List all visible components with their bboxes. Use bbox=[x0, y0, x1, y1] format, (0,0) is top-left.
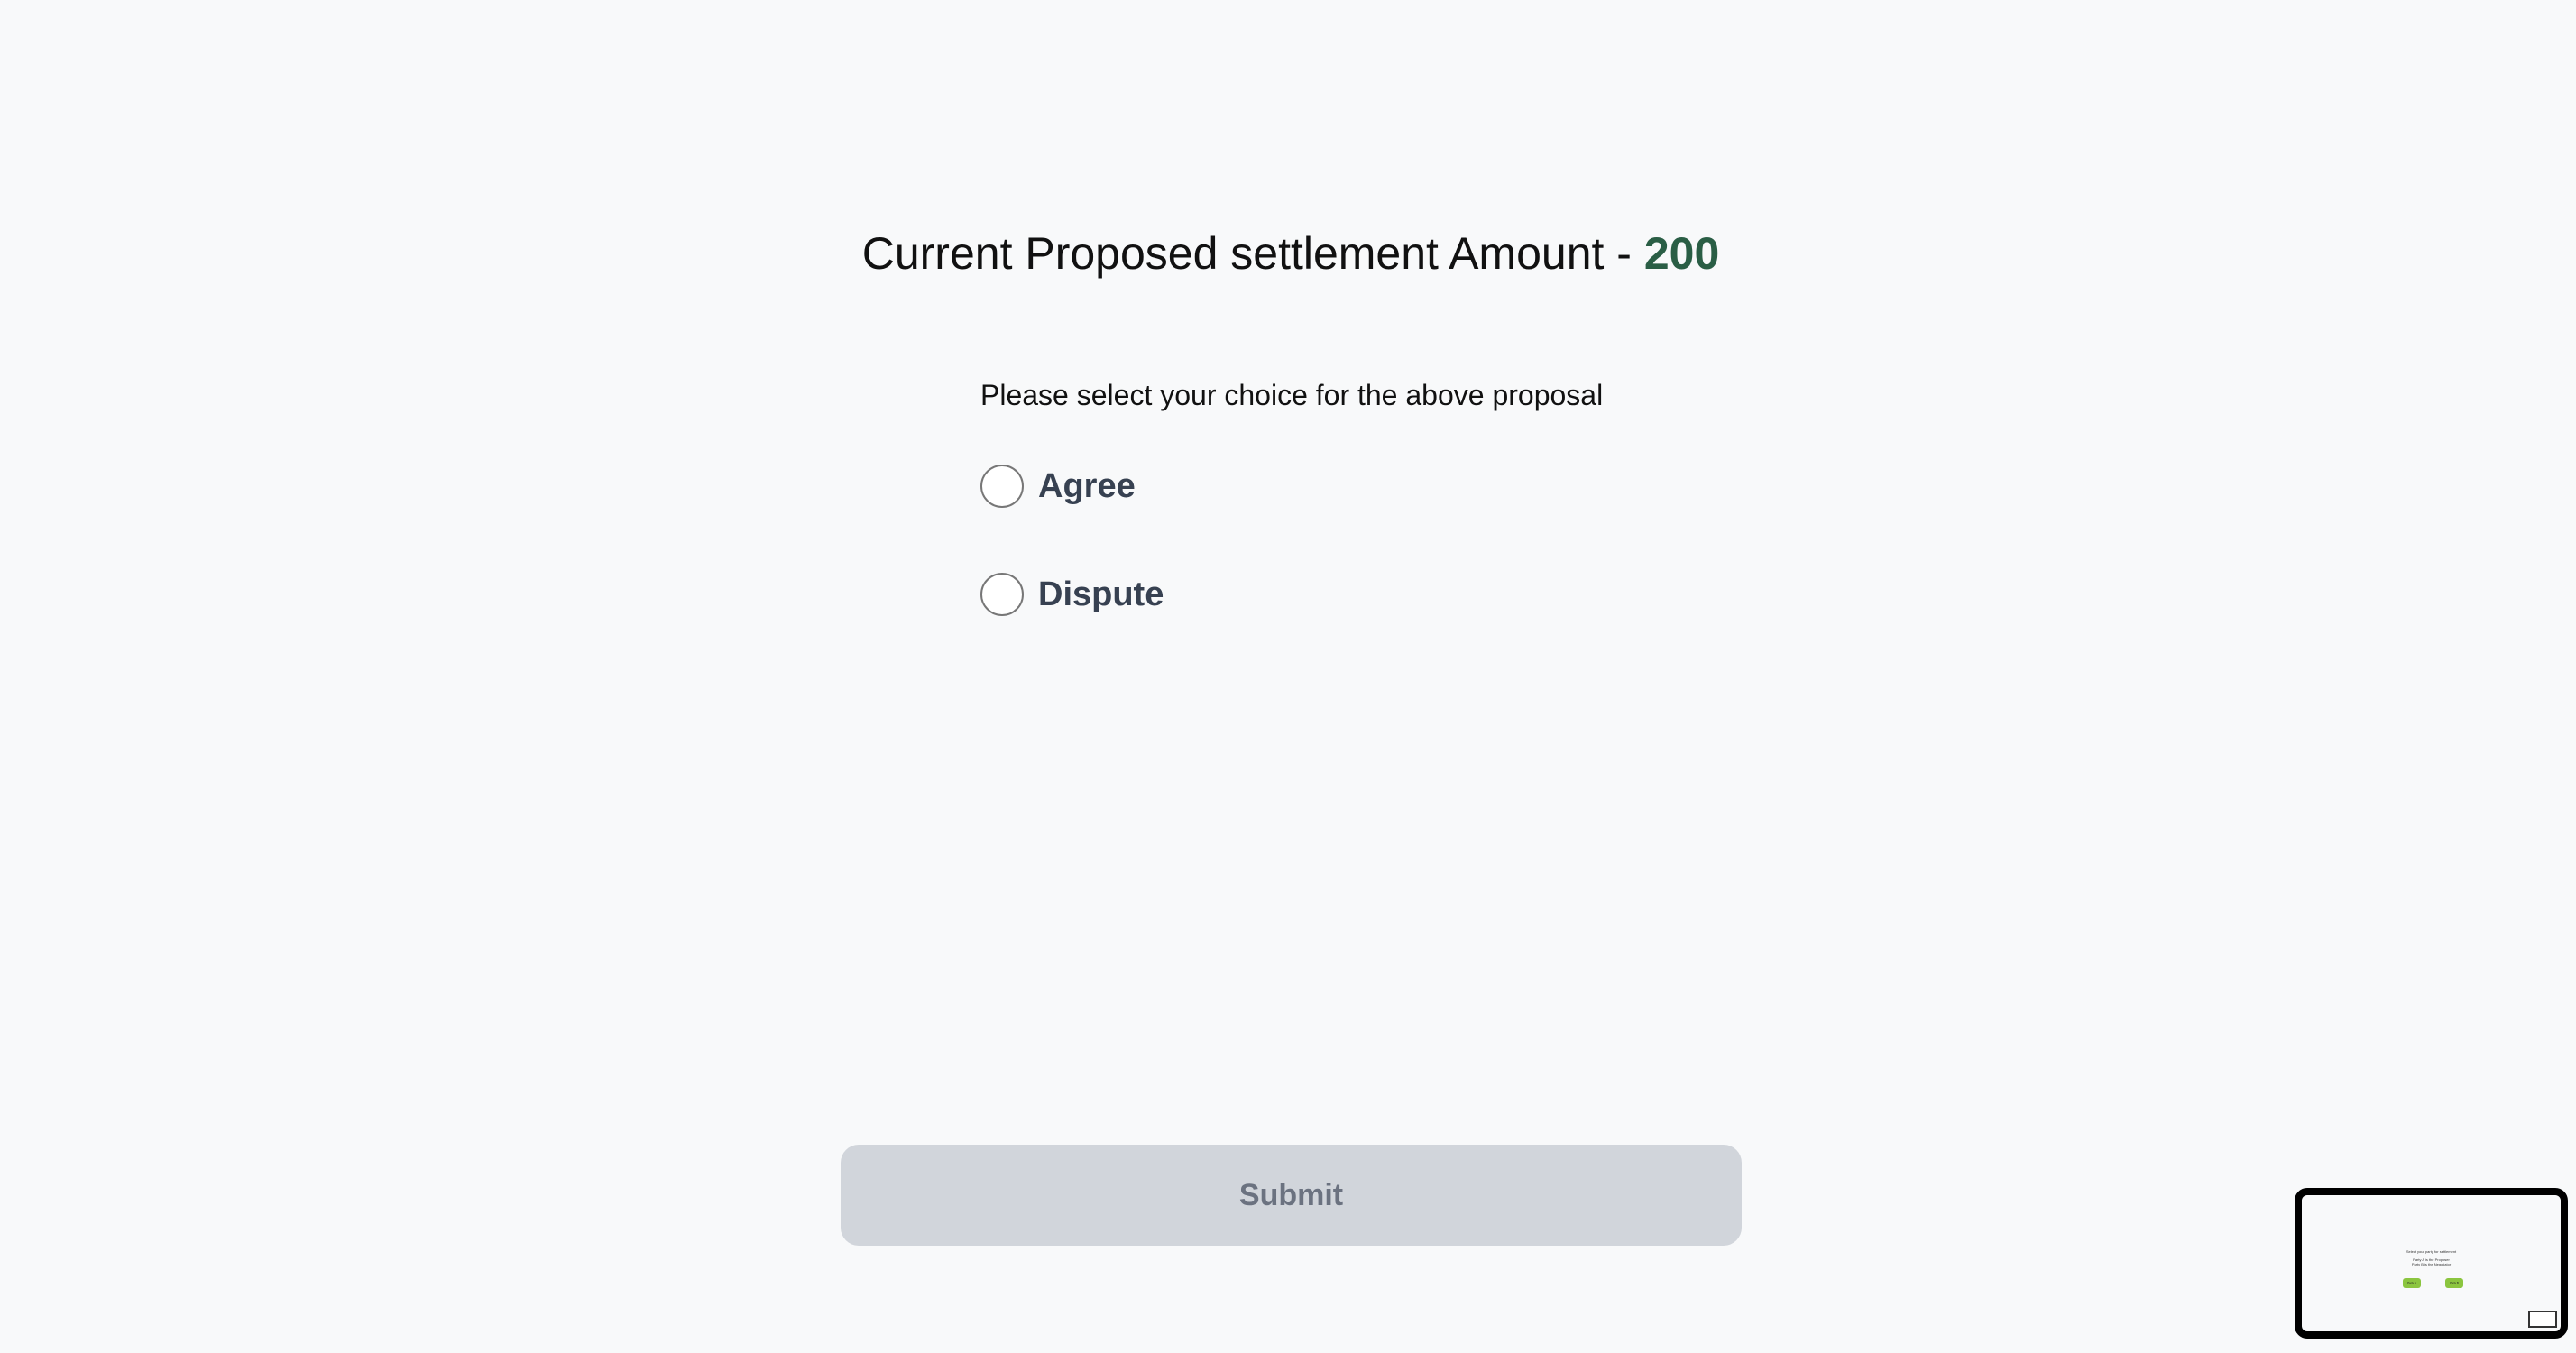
option-dispute[interactable]: Dispute bbox=[980, 573, 1164, 616]
option-agree[interactable]: Agree bbox=[980, 465, 1136, 508]
agree-radio[interactable] bbox=[980, 465, 1024, 508]
page-title: Current Proposed settlement Amount - 200 bbox=[0, 227, 2576, 280]
dispute-radio[interactable] bbox=[980, 573, 1024, 616]
thumb-line2: Party B is the Negotiator bbox=[2411, 1262, 2452, 1266]
dispute-label[interactable]: Dispute bbox=[1038, 575, 1164, 614]
submit-button[interactable]: Submit bbox=[841, 1145, 1742, 1246]
agree-label[interactable]: Agree bbox=[1038, 467, 1136, 506]
thumb-party-b-button: Party B bbox=[2445, 1278, 2463, 1288]
title-text: Current Proposed settlement Amount - bbox=[861, 228, 1644, 279]
thumb-mini-preview bbox=[2528, 1311, 2557, 1328]
thumb-party-a-button: Party A bbox=[2403, 1278, 2421, 1288]
preview-thumbnail[interactable]: Select your party for settlement Party A… bbox=[2295, 1188, 2568, 1339]
choice-prompt: Please select your choice for the above … bbox=[980, 379, 1604, 411]
settlement-amount: 200 bbox=[1643, 228, 1720, 279]
thumb-title: Select your party for settlement bbox=[2406, 1249, 2457, 1254]
